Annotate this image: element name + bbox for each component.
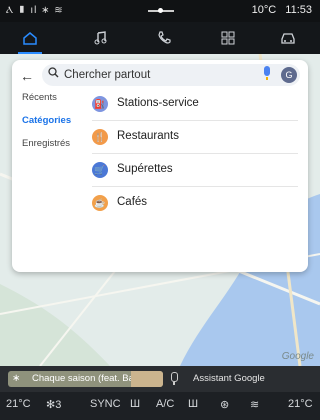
mic-icon[interactable]: [264, 66, 272, 80]
song-title: Chaque saison (feat. Bain: [32, 373, 142, 384]
now-playing[interactable]: ∗ Chaque saison (feat. Bain: [8, 371, 163, 387]
map-attribution: Google: [281, 351, 314, 362]
list-item[interactable]: ☕ Cafés: [92, 187, 298, 219]
climate-bar: 21°C ✻3 SYNC Ш A/C Ш ⊛ ≋ 21°C: [0, 392, 320, 420]
search-panel: ← Chercher partout G Récents Catégories …: [12, 60, 308, 272]
album-art: [131, 371, 163, 387]
fan-value: 3: [55, 399, 62, 411]
sync-button[interactable]: SYNC: [90, 398, 121, 410]
temperature-readout: 10°C: [251, 4, 277, 16]
avatar[interactable]: G: [281, 67, 297, 83]
back-arrow-icon[interactable]: ←: [20, 68, 34, 84]
music-icon[interactable]: [82, 24, 118, 52]
list-item[interactable]: ⛽ Stations-service: [92, 88, 298, 121]
category-list: ⛽ Stations-service 🍴 Restaurants 🛒 Supér…: [92, 88, 298, 219]
fan-level[interactable]: ✻3: [46, 398, 61, 411]
sidebar-item-recents[interactable]: Récents: [22, 92, 92, 103]
right-temperature[interactable]: 21°C: [288, 398, 313, 410]
list-item[interactable]: 🍴 Restaurants: [92, 121, 298, 154]
top-navigation: [0, 22, 320, 54]
home-icon[interactable]: [12, 24, 48, 54]
status-icons: Ⲁ ▮ ıl ∗ ≋: [6, 5, 64, 16]
fuel-icon: ⛽: [92, 96, 108, 112]
apps-icon[interactable]: [210, 24, 246, 52]
status-bar: Ⲁ ▮ ıl ∗ ≋ 10°C 11:53: [0, 0, 320, 22]
bluetooth-icon: ∗: [12, 373, 21, 384]
car-icon[interactable]: [270, 24, 306, 52]
assistant-label[interactable]: Assistant Google: [193, 373, 265, 384]
category-label: Cafés: [117, 196, 148, 208]
ac-button[interactable]: A/C: [156, 398, 174, 410]
sidebar: Récents Catégories Enregistrés: [22, 92, 92, 161]
clock: 11:53: [285, 4, 312, 16]
search-placeholder: Chercher partout: [64, 69, 151, 81]
left-temperature[interactable]: 21°C: [6, 398, 31, 410]
sidebar-item-saved[interactable]: Enregistrés: [22, 138, 92, 149]
phone-icon[interactable]: [146, 24, 182, 52]
media-indicator: [148, 8, 174, 13]
restaurant-icon: 🍴: [92, 129, 108, 145]
steering-heat-icon[interactable]: ⊛: [220, 398, 229, 411]
coffee-icon: ☕: [92, 195, 108, 211]
category-label: Restaurants: [117, 130, 180, 142]
search-input[interactable]: Chercher partout G: [42, 64, 300, 86]
seat-heat-icon[interactable]: Ш: [130, 398, 140, 410]
fan-icon: ✻: [46, 399, 56, 411]
category-label: Stations-service: [117, 97, 199, 109]
windshield-icon[interactable]: ≋: [250, 398, 259, 411]
search-icon: [48, 67, 59, 81]
assistant-mic-icon[interactable]: [170, 372, 178, 386]
list-item[interactable]: 🛒 Supérettes: [92, 154, 298, 187]
cart-icon: 🛒: [92, 162, 108, 178]
rear-defrost-icon[interactable]: Ш: [188, 398, 198, 410]
sidebar-item-categories[interactable]: Catégories: [22, 115, 92, 126]
status-right: 10°C 11:53: [252, 4, 312, 16]
category-label: Supérettes: [117, 163, 173, 175]
media-bar: ∗ Chaque saison (feat. Bain Assistant Go…: [0, 366, 320, 392]
